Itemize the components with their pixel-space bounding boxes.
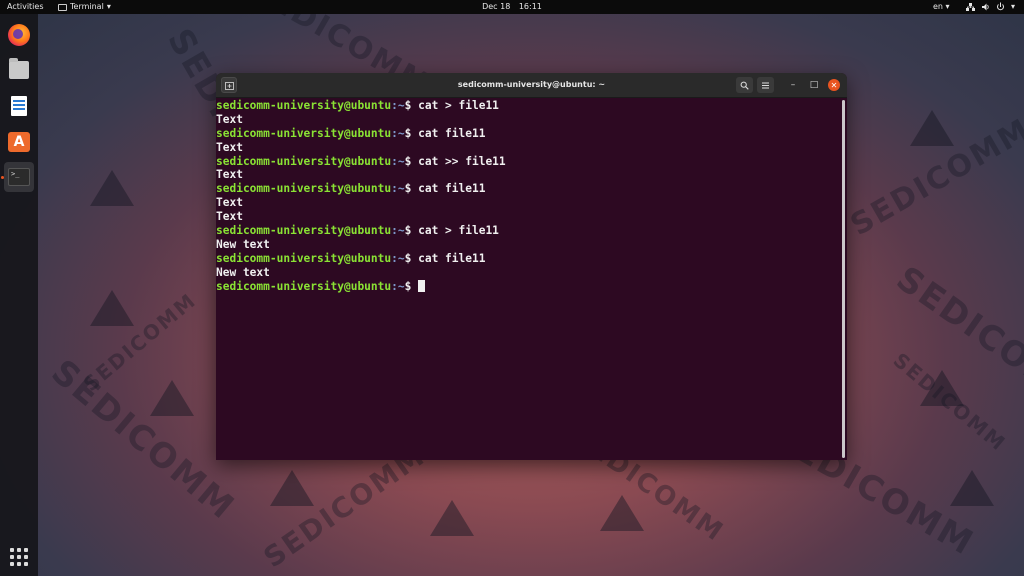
menu-button[interactable]: [757, 77, 774, 93]
terminal-icon: >_: [8, 168, 30, 186]
writer-icon: [11, 96, 27, 116]
command-line: sedicomm-university@ubuntu:~$ cat file11: [216, 182, 841, 196]
command-text: cat > file11: [418, 99, 499, 112]
power-icon: [997, 2, 1004, 11]
active-prompt-line: sedicomm-university@ubuntu:~$: [216, 279, 841, 294]
output-line: Text: [216, 196, 243, 210]
wallpaper-logo-mark: [430, 500, 474, 536]
prompt-symbol: $: [404, 126, 419, 140]
output-line: New text: [216, 265, 270, 279]
prompt-symbol: $: [404, 279, 419, 293]
minimize-button[interactable]: –: [785, 77, 801, 93]
prompt-path: :~: [391, 154, 405, 168]
system-menu[interactable]: ▾: [966, 0, 1015, 14]
command-text: cat >> file11: [418, 154, 506, 168]
dock-software[interactable]: A: [4, 127, 34, 157]
command-line: sedicomm-university@ubuntu:~$ cat > file…: [216, 99, 841, 113]
chevron-down-icon: ▾: [945, 2, 950, 11]
prompt-user: sedicomm-university@ubuntu: [216, 182, 392, 196]
text-cursor: [418, 279, 426, 292]
firefox-icon: [8, 24, 30, 46]
wallpaper-logo-mark: [90, 290, 134, 326]
command-text: cat file11: [418, 182, 486, 196]
search-icon: [740, 81, 749, 90]
files-icon: [9, 58, 29, 79]
command-text: cat file11: [418, 126, 486, 140]
wallpaper-logo-mark: [270, 470, 314, 506]
command-text: cat > file11: [418, 224, 499, 238]
dock-firefox[interactable]: [4, 20, 34, 50]
app-grid-icon[interactable]: [10, 548, 28, 566]
window-titlebar[interactable]: sedicomm-university@ubuntu: ~ – □ ✕: [216, 73, 847, 98]
prompt-path: :~: [391, 251, 405, 265]
search-button[interactable]: [736, 77, 753, 93]
network-icon: [966, 3, 975, 11]
language-label: en: [933, 2, 943, 11]
prompt-symbol: $: [404, 182, 419, 196]
chevron-down-icon: ▾: [1011, 2, 1016, 11]
wallpaper-logo-mark: [150, 380, 194, 416]
command-line: sedicomm-university@ubuntu:~$ cat file11: [216, 127, 841, 141]
output-line: Text: [216, 210, 243, 224]
command-line: sedicomm-university@ubuntu:~$ cat > file…: [216, 224, 841, 238]
wallpaper-logo-mark: [600, 495, 644, 531]
prompt-path: :~: [391, 182, 405, 196]
output-line: Text: [216, 140, 243, 154]
terminal-window: sedicomm-university@ubuntu: ~ – □ ✕ sedi…: [216, 73, 847, 460]
prompt-path: :~: [391, 126, 405, 140]
dock-files[interactable]: [4, 55, 34, 85]
prompt-user: sedicomm-university@ubuntu: [216, 251, 392, 265]
scrollbar-thumb[interactable]: [842, 100, 845, 458]
scrollbar[interactable]: [841, 98, 847, 460]
dock-writer[interactable]: [4, 91, 34, 121]
dock-terminal[interactable]: >_: [4, 162, 34, 192]
close-button[interactable]: ✕: [828, 79, 840, 91]
prompt-symbol: $: [404, 224, 419, 238]
wallpaper-logo-mark: [910, 110, 954, 146]
prompt-symbol: $: [404, 154, 419, 168]
prompt-path: :~: [391, 99, 405, 112]
output-line: Text: [216, 112, 243, 126]
dock: A >_: [0, 14, 38, 576]
wallpaper-logo-mark: [90, 170, 134, 206]
prompt-user: sedicomm-university@ubuntu: [216, 154, 392, 168]
wallpaper-logo-mark: [920, 370, 964, 406]
clock-date: Dec 18: [482, 2, 511, 11]
wallpaper-logo-mark: [950, 470, 994, 506]
command-line: sedicomm-university@ubuntu:~$ cat file11: [216, 252, 841, 266]
prompt-user: sedicomm-university@ubuntu: [216, 99, 392, 112]
top-bar: Activities Terminal ▾ Dec 18 16:11 en ▾ …: [0, 0, 1024, 14]
volume-icon: [982, 3, 989, 11]
wallpaper-watermark: SEDICOMM: [43, 352, 243, 528]
language-indicator[interactable]: en ▾: [933, 0, 950, 14]
prompt-symbol: $: [404, 99, 419, 112]
software-icon: A: [8, 132, 30, 152]
hamburger-menu-icon: [762, 82, 769, 88]
clock[interactable]: Dec 18 16:11: [0, 0, 1024, 14]
output-line: New text: [216, 237, 270, 251]
prompt-user: sedicomm-university@ubuntu: [216, 279, 392, 293]
prompt-path: :~: [391, 279, 405, 293]
clock-time: 16:11: [518, 2, 542, 11]
output-line: Text: [216, 168, 243, 182]
prompt-symbol: $: [404, 251, 419, 265]
prompt-user: sedicomm-university@ubuntu: [216, 224, 392, 238]
command-line: sedicomm-university@ubuntu:~$ cat >> fil…: [216, 155, 841, 169]
prompt-path: :~: [391, 224, 405, 238]
terminal-output[interactable]: sedicomm-university@ubuntu:~$ cat > file…: [216, 98, 841, 460]
command-text: cat file11: [418, 251, 486, 265]
maximize-button[interactable]: □: [806, 77, 822, 93]
running-indicator: [1, 176, 4, 179]
prompt-user: sedicomm-university@ubuntu: [216, 126, 392, 140]
